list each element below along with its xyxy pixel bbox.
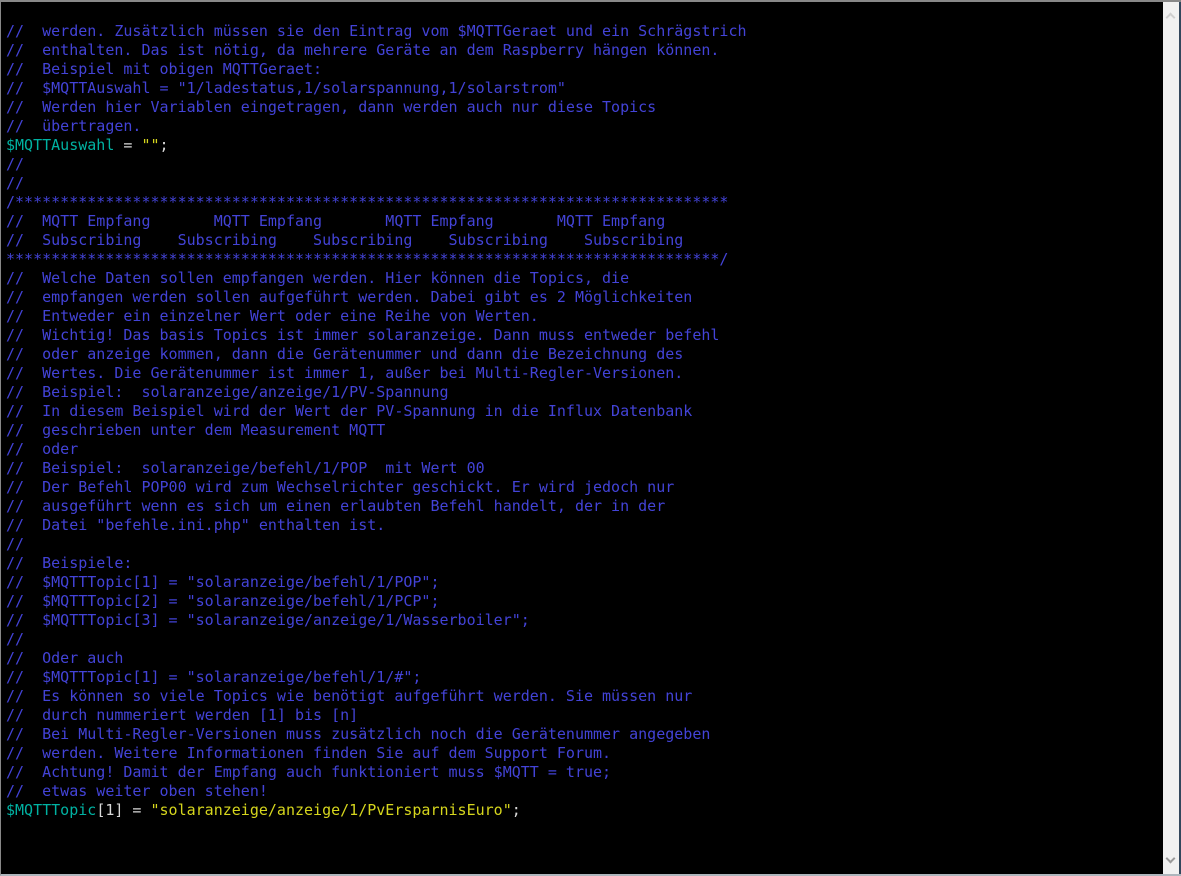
- code-segment-comment: // oder anzeige kommen, dann die Geräten…: [6, 345, 684, 363]
- code-line: // Es können so viele Topics wie benötig…: [6, 687, 1163, 706]
- code-line: /***************************************…: [6, 193, 1163, 212]
- code-segment-comment: // $MQTTTopic[2] = "solaranzeige/befehl/…: [6, 592, 440, 610]
- code-segment-comment: // Datei "befehle.ini.php" enthalten ist…: [6, 516, 386, 534]
- code-segment-comment: // empfangen werden sollen aufgeführt we…: [6, 288, 693, 306]
- code-segment-comment: // Beispiel: solaranzeige/befehl/1/POP m…: [6, 459, 485, 477]
- code-segment-comment: // etwas weiter oben stehen!: [6, 782, 268, 800]
- code-line: // Wichtig! Das basis Topics ist immer s…: [6, 326, 1163, 345]
- code-segment-comment: // oder: [6, 440, 79, 458]
- code-line: // Beispiel mit obigen MQTTGeraet:: [6, 60, 1163, 79]
- code-line: // $MQTTTopic[1] = "solaranzeige/befehl/…: [6, 668, 1163, 687]
- code-segment-plain: ;: [159, 136, 169, 154]
- code-segment-comment: // Werden hier Variablen eingetragen, da…: [6, 98, 657, 116]
- code-segment-comment: // Es können so viele Topics wie benötig…: [6, 687, 693, 705]
- code-segment-var: $MQTTTopic: [6, 801, 97, 819]
- code-segment-comment: /***************************************…: [6, 193, 729, 211]
- code-line: // Beispiel: solaranzeige/anzeige/1/PV-S…: [6, 383, 1163, 402]
- code-line: // $MQTTTopic[2] = "solaranzeige/befehl/…: [6, 592, 1163, 611]
- code-line: // durch nummeriert werden [1] bis [n]: [6, 706, 1163, 725]
- code-segment-var: $MQTTAuswahl: [6, 136, 115, 154]
- code-line: //: [6, 535, 1163, 554]
- code-segment-str: "solaranzeige/anzeige/1/PvErsparnisEuro": [150, 801, 512, 819]
- code-line: // empfangen werden sollen aufgeführt we…: [6, 288, 1163, 307]
- code-line: // Achtung! Damit der Empfang auch funkt…: [6, 763, 1163, 782]
- code-line: // Subscribing Subscribing Subscribing S…: [6, 231, 1163, 250]
- code-segment-str: "": [141, 136, 160, 154]
- code-line: //: [6, 174, 1163, 193]
- code-segment-comment: // Achtung! Damit der Empfang auch funkt…: [6, 763, 612, 781]
- code-segment-plain: [1] =: [96, 801, 151, 819]
- scrollbar[interactable]: [1163, 2, 1179, 874]
- terminal-window: // werden. Zusätzlich müssen sie den Ein…: [0, 0, 1181, 876]
- editor-buffer[interactable]: // werden. Zusätzlich müssen sie den Ein…: [6, 22, 1163, 820]
- code-line: //: [6, 630, 1163, 649]
- code-line: // oder: [6, 440, 1163, 459]
- code-segment-comment: // durch nummeriert werden [1] bis [n]: [6, 706, 359, 724]
- code-segment-comment: // Entweder ein einzelner Wert oder eine…: [6, 307, 539, 325]
- code-segment-comment: //: [6, 174, 25, 192]
- code-segment-comment: //: [6, 630, 25, 648]
- code-segment-comment: // übertragen.: [6, 117, 142, 135]
- code-line: // Bei Multi-Regler-Versionen muss zusät…: [6, 725, 1163, 744]
- code-line: $MQTTTopic[1] = "solaranzeige/anzeige/1/…: [6, 801, 1163, 820]
- code-segment-comment: // $MQTTTopic[1] = "solaranzeige/befehl/…: [6, 573, 440, 591]
- code-line: // $MQTTTopic[3] = "solaranzeige/anzeige…: [6, 611, 1163, 630]
- code-line: // werden. Weitere Informationen finden …: [6, 744, 1163, 763]
- code-line: // $MQTTTopic[1] = "solaranzeige/befehl/…: [6, 573, 1163, 592]
- scrollbar-up-icon[interactable]: [1165, 12, 1176, 23]
- code-line: // ausgeführt wenn es sich um einen erla…: [6, 497, 1163, 516]
- code-segment-comment: // $MQTTTopic[3] = "solaranzeige/anzeige…: [6, 611, 530, 629]
- terminal-client-area: // werden. Zusätzlich müssen sie den Ein…: [1, 2, 1163, 874]
- code-line: // enthalten. Das ist nötig, da mehrere …: [6, 41, 1163, 60]
- code-segment-comment: // Beispiel: solaranzeige/anzeige/1/PV-S…: [6, 383, 449, 401]
- code-line: // Beispiel: solaranzeige/befehl/1/POP m…: [6, 459, 1163, 478]
- code-line: // Welche Daten sollen empfangen werden.…: [6, 269, 1163, 288]
- code-line: // Wertes. Die Gerätenummer ist immer 1,…: [6, 364, 1163, 383]
- code-segment-comment: // $MQTTAuswahl = "1/ladestatus,1/solars…: [6, 79, 566, 97]
- code-segment-comment: // ausgeführt wenn es sich um einen erla…: [6, 497, 666, 515]
- code-segment-comment: // Bei Multi-Regler-Versionen muss zusät…: [6, 725, 711, 743]
- code-line: // In diesem Beispiel wird der Wert der …: [6, 402, 1163, 421]
- code-line: // Der Befehl POP00 wird zum Wechselrich…: [6, 478, 1163, 497]
- code-segment-comment: // Oder auch: [6, 649, 124, 667]
- code-line: // Werden hier Variablen eingetragen, da…: [6, 98, 1163, 117]
- code-segment-comment: // werden. Weitere Informationen finden …: [6, 744, 612, 762]
- code-segment-comment: // Wichtig! Das basis Topics ist immer s…: [6, 326, 720, 344]
- code-segment-comment: //: [6, 535, 25, 553]
- code-line: $MQTTAuswahl = "";: [6, 136, 1163, 155]
- code-line: // MQTT Empfang MQTT Empfang MQTT Empfan…: [6, 212, 1163, 231]
- code-segment-comment: // MQTT Empfang MQTT Empfang MQTT Empfan…: [6, 212, 666, 230]
- code-segment-comment: //: [6, 155, 25, 173]
- code-segment-comment: // Der Befehl POP00 wird zum Wechselrich…: [6, 478, 675, 496]
- code-line: // $MQTTAuswahl = "1/ladestatus,1/solars…: [6, 79, 1163, 98]
- code-segment-plain: =: [114, 136, 142, 154]
- code-line: // oder anzeige kommen, dann die Geräten…: [6, 345, 1163, 364]
- code-line: // geschrieben unter dem Measurement MQT…: [6, 421, 1163, 440]
- code-segment-comment: // In diesem Beispiel wird der Wert der …: [6, 402, 693, 420]
- code-line: // etwas weiter oben stehen!: [6, 782, 1163, 801]
- code-line: // Beispiele:: [6, 554, 1163, 573]
- code-segment-comment: // geschrieben unter dem Measurement MQT…: [6, 421, 386, 439]
- code-line: // Oder auch: [6, 649, 1163, 668]
- code-line: // Entweder ein einzelner Wert oder eine…: [6, 307, 1163, 326]
- code-line: //: [6, 155, 1163, 174]
- code-segment-comment: // $MQTTTopic[1] = "solaranzeige/befehl/…: [6, 668, 422, 686]
- code-segment-comment: // Subscribing Subscribing Subscribing S…: [6, 231, 684, 249]
- code-segment-plain: ;: [511, 801, 521, 819]
- code-segment-comment: // Beispiele:: [6, 554, 133, 572]
- code-segment-comment: // werden. Zusätzlich müssen sie den Ein…: [6, 22, 747, 40]
- code-line: ****************************************…: [6, 250, 1163, 269]
- code-line: // Datei "befehle.ini.php" enthalten ist…: [6, 516, 1163, 535]
- code-line: // werden. Zusätzlich müssen sie den Ein…: [6, 22, 1163, 41]
- code-segment-comment: ****************************************…: [6, 250, 729, 268]
- code-segment-comment: // enthalten. Das ist nötig, da mehrere …: [6, 41, 720, 59]
- code-segment-comment: // Wertes. Die Gerätenummer ist immer 1,…: [6, 364, 684, 382]
- nano-shortcut-bar: ^G Hilfe^O Speichern^W Wo ist^K Ausschne…: [1, 836, 1163, 874]
- code-line: // übertragen.: [6, 117, 1163, 136]
- code-segment-comment: // Beispiel mit obigen MQTTGeraet:: [6, 60, 323, 78]
- code-segment-comment: // Welche Daten sollen empfangen werden.…: [6, 269, 630, 287]
- scrollbar-down-icon[interactable]: [1165, 853, 1176, 864]
